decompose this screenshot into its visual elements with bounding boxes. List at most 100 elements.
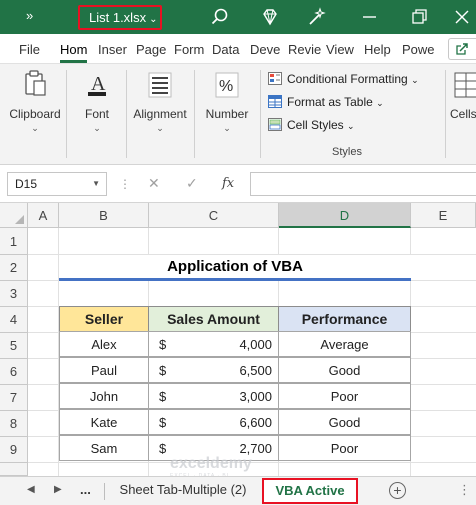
sheet-tab-multiple-2[interactable]: Sheet Tab-Multiple (2) [108,477,258,505]
tab-help[interactable]: Help [364,42,391,57]
quick-access-overflow-button[interactable]: » [26,8,33,23]
cells-label: Cells [450,107,476,121]
column-header-a[interactable]: A [28,203,59,228]
amount-cell[interactable]: $3,000 [148,383,279,409]
select-all-button[interactable] [0,203,28,228]
tab-data[interactable]: Data [212,42,239,57]
row-header-1[interactable]: 1 [0,228,28,255]
seller-cell[interactable]: John [59,383,149,409]
minimize-icon[interactable] [360,7,380,27]
insert-function-button[interactable]: fx [222,176,234,191]
header-seller[interactable]: Seller [59,306,149,332]
amount-value: 2,700 [239,440,272,456]
row-header-6[interactable]: 6 [0,359,28,385]
amount-cell[interactable]: $6,600 [148,409,279,435]
currency-symbol: $ [159,362,167,378]
worksheet-grid[interactable]: A B C D E 1 2 3 4 5 6 7 8 9 Application … [0,203,476,476]
tab-review[interactable]: Revie [288,42,321,57]
row-header-4[interactable]: 4 [0,307,28,333]
seller-cell[interactable]: Paul [59,357,149,383]
amount-value: 3,000 [239,388,272,404]
restore-icon[interactable] [409,7,429,27]
scroll-right-icon[interactable]: ▶ [54,484,62,495]
tab-power-pivot[interactable]: Powe [402,42,435,57]
amount-cell[interactable]: $4,000 [148,331,279,357]
performance-cell[interactable]: Good [278,409,411,435]
diamond-icon[interactable] [260,7,280,27]
row-header-2[interactable]: 2 [0,255,28,281]
format-as-table-button[interactable]: Format as Table ⌄ [268,93,384,111]
currency-symbol: $ [159,336,167,352]
ribbon-tabs: File Hom Inser Page Form Data Deve Revie… [0,34,476,64]
file-name-dropdown[interactable]: List 1.xlsx ⌄ [78,5,162,30]
search-icon[interactable] [210,7,230,27]
seller-cell[interactable]: Sam [59,435,149,461]
header-performance[interactable]: Performance [278,306,411,332]
column-header-d[interactable]: D [279,203,411,228]
tab-home[interactable]: Hom [60,42,88,63]
tab-file[interactable]: File [19,42,40,57]
currency-symbol: $ [159,414,167,430]
row-header-8[interactable]: 8 [0,411,28,437]
tab-developer[interactable]: Deve [250,42,280,57]
cell-styles-label: Cell Styles [287,118,344,132]
format-as-table-icon [268,95,282,108]
row-header-9[interactable]: 9 [0,437,28,463]
cell-styles-button[interactable]: Cell Styles ⌄ [268,116,355,134]
column-header-b[interactable]: B [59,203,149,228]
currency-symbol: $ [159,388,167,404]
row-header-7[interactable]: 7 [0,385,28,411]
number-group[interactable]: % Number ⌄ [200,68,254,134]
tab-view[interactable]: View [326,42,354,57]
divider [104,483,105,500]
magic-wand-icon[interactable] [307,7,327,27]
amount-value: 6,600 [239,414,272,430]
add-sheet-button[interactable]: + [389,482,406,499]
row-header-10[interactable] [0,463,28,476]
seller-cell[interactable]: Alex [59,331,149,357]
scroll-left-icon[interactable]: ◀ [27,484,35,495]
cells-group[interactable]: Cells [450,68,476,121]
share-button[interactable] [448,38,476,60]
formula-bar: D15 ▼ ⋮ ✕ ✓ fx [0,165,476,203]
amount-cell[interactable]: $6,500 [148,357,279,383]
divider [66,70,67,158]
sheet-title-cell[interactable]: Application of VBA [59,255,411,281]
enter-icon[interactable]: ✓ [186,175,198,192]
percent-icon: % [215,72,239,98]
clipboard-group[interactable]: Clipboard ⌄ [7,68,63,134]
clipboard-icon [25,70,46,96]
format-as-table-label: Format as Table [287,95,373,109]
alignment-icon [148,72,172,98]
close-icon[interactable] [452,7,472,27]
conditional-formatting-label: Conditional Formatting [287,72,408,86]
alignment-group[interactable]: Alignment ⌄ [130,68,190,134]
cancel-icon[interactable]: ✕ [148,175,160,192]
performance-cell[interactable]: Poor [278,435,411,461]
row-header-3[interactable]: 3 [0,281,28,307]
sheet-tab-vba-active[interactable]: VBA Active [262,478,358,504]
font-group[interactable]: A Font ⌄ [72,68,122,134]
tab-formulas[interactable]: Form [174,42,204,57]
sheet-tab-bar: ◀ ▶ ... Sheet Tab-Multiple (2) VBA Activ… [0,476,476,505]
chevron-down-icon[interactable]: ▼ [92,173,100,195]
chevron-down-icon: ⌄ [156,123,164,133]
header-sales-amount[interactable]: Sales Amount [148,306,279,332]
watermark-brand: exceldemy [170,455,252,472]
performance-cell[interactable]: Average [278,331,411,357]
seller-cell[interactable]: Kate [59,409,149,435]
name-box[interactable]: D15 ▼ [7,172,107,196]
conditional-formatting-button[interactable]: Conditional Formatting ⌄ [268,70,419,88]
cell-styles-icon [268,118,282,131]
formula-input[interactable] [250,172,476,196]
column-header-c[interactable]: C [149,203,279,228]
sheet-bar-options-icon[interactable]: ⋮ [458,482,471,498]
more-sheets-button[interactable]: ... [80,482,91,497]
performance-cell[interactable]: Good [278,357,411,383]
performance-cell[interactable]: Poor [278,383,411,409]
column-header-e[interactable]: E [411,203,476,228]
row-header-5[interactable]: 5 [0,333,28,359]
tab-page-layout[interactable]: Page [136,42,166,57]
tab-insert[interactable]: Inser [98,42,127,57]
chevron-down-icon: ⌄ [411,75,419,85]
